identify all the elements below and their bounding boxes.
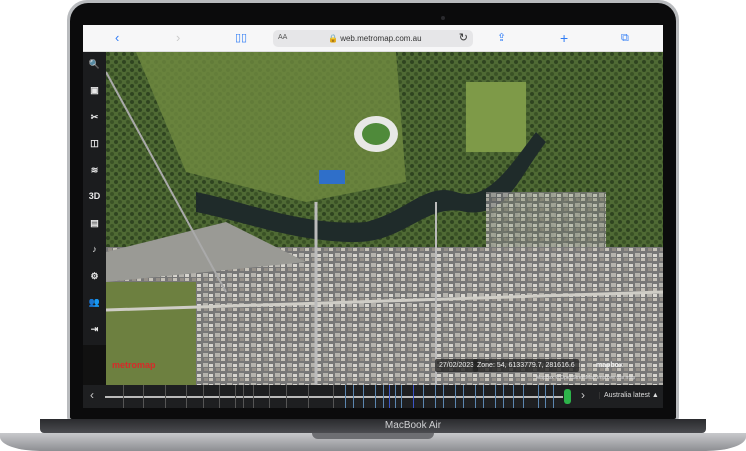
users-icon[interactable]: 👥: [83, 290, 106, 314]
reload-icon[interactable]: ↻: [459, 31, 468, 44]
timeline-tick[interactable]: [538, 385, 539, 408]
timeline-tick[interactable]: [513, 385, 514, 408]
map-attribution[interactable]: Mapbox © OpenStreetMap Improve this map: [536, 375, 635, 381]
url-text: 🔒 web.metromap.com.au: [328, 34, 422, 43]
timeline-tick[interactable]: [219, 385, 220, 408]
layers-icon[interactable]: ≋: [83, 158, 106, 182]
address-bar[interactable]: AA 🔒 web.metromap.com.au ↻: [273, 30, 473, 47]
book-icon[interactable]: ▤: [83, 211, 106, 235]
timeline-tick[interactable]: [186, 385, 187, 408]
timeline-tick[interactable]: [269, 385, 270, 408]
browser-toolbar: ‹ › ▯▯ AA 🔒 web.metromap.com.au ↻ ⇪ + ⧉: [83, 25, 663, 52]
mapbox-logo: mapbox: [596, 362, 623, 369]
imagery-timeline: ‹ › Australia latest ▲: [83, 385, 663, 408]
timeline-tick[interactable]: [443, 385, 444, 408]
back-icon[interactable]: ‹: [115, 31, 119, 45]
text-size-button[interactable]: AA: [278, 34, 287, 41]
timeline-tick[interactable]: [395, 385, 396, 408]
timeline-tick[interactable]: [308, 385, 309, 408]
bookmarks-icon[interactable]: ▯▯: [235, 31, 247, 45]
aerial-map[interactable]: metromap 27/02/2023 Zone: 54, 6133779.7,…: [106, 52, 663, 385]
share-icon[interactable]: ⇪: [497, 31, 506, 45]
new-tab-icon[interactable]: +: [560, 31, 568, 45]
timeline-tick[interactable]: [363, 385, 364, 408]
timeline-tick[interactable]: [333, 385, 334, 408]
timeline-tick[interactable]: [553, 385, 554, 408]
laptop-base: MacBook Air: [0, 419, 746, 451]
imagery-layer-select[interactable]: Australia latest ▲: [599, 392, 659, 399]
url-value: web.metromap.com.au: [340, 34, 422, 43]
timeline-tick[interactable]: [123, 385, 124, 408]
timeline-tick[interactable]: [389, 385, 390, 408]
timeline-tick[interactable]: [345, 385, 346, 408]
timeline-tick[interactable]: [401, 385, 402, 408]
timeline-tick[interactable]: [463, 385, 464, 408]
device-label: MacBook Air: [384, 420, 442, 431]
timeline-next-button[interactable]: ›: [581, 388, 585, 402]
screen: ‹ › ▯▯ AA 🔒 web.metromap.com.au ↻ ⇪ + ⧉ …: [83, 25, 663, 408]
scissors-icon[interactable]: ✂: [83, 105, 106, 129]
bell-icon[interactable]: ♪: [83, 237, 106, 261]
timeline-tick[interactable]: [143, 385, 144, 408]
logout-icon[interactable]: ⇥: [83, 317, 106, 341]
gear-icon[interactable]: ⚙: [83, 264, 106, 288]
timeline-prev-button[interactable]: ‹: [90, 388, 94, 402]
search-icon[interactable]: 🔍: [83, 52, 106, 76]
timeline-tick[interactable]: [455, 385, 456, 408]
sidebar: 🔍 ▣ ✂ ◫ ≋ 3D ▤ ♪ ⚙ 👥 ⇥: [83, 52, 106, 345]
forward-icon[interactable]: ›: [176, 31, 180, 45]
tabs-icon[interactable]: ⧉: [621, 31, 629, 45]
timeline-tick[interactable]: [286, 385, 287, 408]
hinge: MacBook Air: [40, 419, 706, 433]
timeline-tick[interactable]: [503, 385, 504, 408]
timeline-tick[interactable]: [545, 385, 546, 408]
timeline-tick[interactable]: [165, 385, 166, 408]
camera: [441, 16, 445, 20]
aerial-imagery: [106, 52, 663, 385]
opening-notch: [312, 433, 434, 439]
coordinates-readout: Zone: 54, 6133779.7, 281616.6: [473, 359, 579, 372]
timeline-tick[interactable]: [413, 385, 414, 408]
timeline-handle[interactable]: [564, 389, 571, 404]
capture-date: 27/02/2023: [435, 359, 479, 372]
image-icon[interactable]: ▣: [83, 78, 106, 102]
timeline-tick[interactable]: [495, 385, 496, 408]
timeline-tick[interactable]: [483, 385, 484, 408]
timeline-tick[interactable]: [353, 385, 354, 408]
timeline-tick[interactable]: [375, 385, 376, 408]
timeline-tick[interactable]: [475, 385, 476, 408]
timeline-tick[interactable]: [383, 385, 384, 408]
timeline-tick[interactable]: [203, 385, 204, 408]
compare-icon[interactable]: ◫: [83, 131, 106, 155]
timeline-tick[interactable]: [435, 385, 436, 408]
timeline-tick[interactable]: [253, 385, 254, 408]
timeline-tick[interactable]: [523, 385, 524, 408]
metromap-logo: metromap: [112, 360, 156, 370]
timeline-tick[interactable]: [423, 385, 424, 408]
3d-icon[interactable]: 3D: [83, 184, 106, 208]
timeline-tick[interactable]: [243, 385, 244, 408]
timeline-tick[interactable]: [235, 385, 236, 408]
